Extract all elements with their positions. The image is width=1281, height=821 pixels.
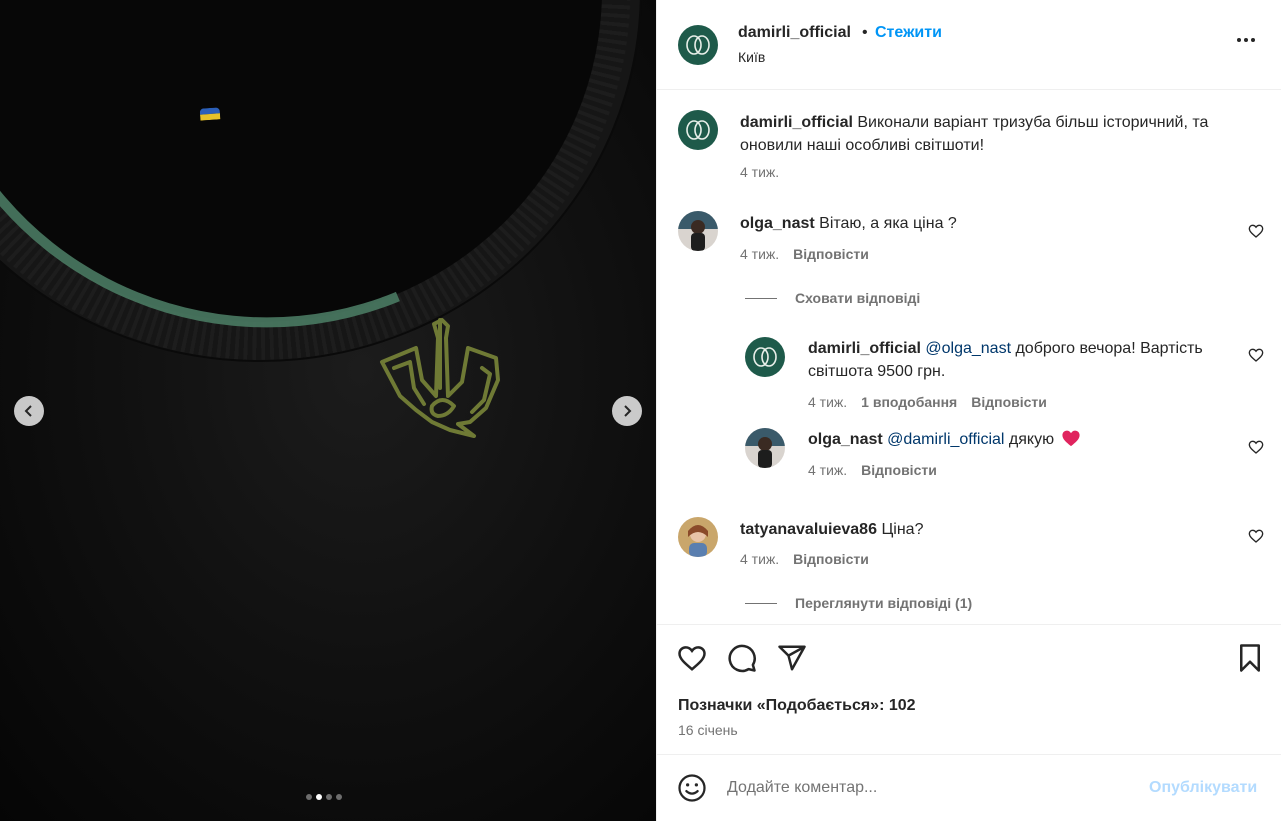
brand-logo-icon xyxy=(686,120,710,140)
reply-meta: 4 тиж. 1 вподобання Відповісти xyxy=(808,394,1047,410)
more-icon-dot xyxy=(1244,38,1248,42)
post-caption: damirli_official Виконали варіант тризуб… xyxy=(740,111,1240,157)
post-actions: Позначки «Подобається»: 102 16 січень xyxy=(657,624,1281,754)
like-reply-heart-icon[interactable] xyxy=(1248,347,1264,363)
like-comment-heart-icon[interactable] xyxy=(1248,223,1264,239)
post-media xyxy=(0,0,656,821)
caption-username[interactable]: damirli_official xyxy=(740,114,853,131)
more-options-button[interactable] xyxy=(1237,38,1255,42)
reply-mention[interactable]: @damirli_official xyxy=(887,431,1004,448)
reply: olga_nast @damirli_official дякую xyxy=(808,428,1238,451)
comment-text: Ціна? xyxy=(881,521,924,538)
follow-button[interactable]: Стежити xyxy=(875,24,942,42)
caption-time[interactable]: 4 тиж. xyxy=(740,164,779,180)
user-photo xyxy=(678,211,718,251)
user-photo xyxy=(678,517,718,557)
chevron-right-icon xyxy=(624,405,632,417)
red-heart-emoji-icon xyxy=(1061,430,1080,447)
reply: damirli_official @olga_nast доброго вечо… xyxy=(808,337,1238,383)
next-slide-button[interactable] xyxy=(612,396,642,426)
more-icon xyxy=(1237,38,1241,42)
bookmark-icon[interactable] xyxy=(1235,643,1265,673)
reply-divider xyxy=(745,602,777,604)
comments-list[interactable]: damirli_official Виконали варіант тризуб… xyxy=(657,91,1281,624)
post-sidebar: damirli_official • Стежити Київ damirli_… xyxy=(656,0,1281,821)
chevron-left-icon xyxy=(24,405,32,417)
comment-text: Вітаю, а яка ціна ? xyxy=(819,215,957,232)
commenter-avatar[interactable] xyxy=(678,517,718,557)
comment-input[interactable] xyxy=(727,775,1127,801)
view-replies-button[interactable]: Переглянути відповіді (1) xyxy=(745,595,972,611)
more-icon-dot xyxy=(1251,38,1255,42)
emoji-icon[interactable] xyxy=(677,773,707,803)
view-replies-label: Переглянути відповіді (1) xyxy=(795,595,973,611)
reply-text: дякую xyxy=(1004,431,1055,448)
separator-dot: • xyxy=(862,24,868,41)
reply-author-avatar[interactable] xyxy=(745,428,785,468)
like-comment-heart-icon[interactable] xyxy=(1248,528,1264,544)
comment: tatyanavaluieva86 Ціна? xyxy=(740,518,1220,541)
prev-slide-button[interactable] xyxy=(14,396,44,426)
comment-username[interactable]: tatyanavaluieva86 xyxy=(740,521,877,538)
carousel-dot xyxy=(336,794,342,800)
reply-username[interactable]: olga_nast xyxy=(808,431,883,448)
brand-logo-icon xyxy=(753,347,777,367)
comment-time[interactable]: 4 тиж. xyxy=(740,246,779,262)
reply-button[interactable]: Відповісти xyxy=(861,462,937,478)
comment-username[interactable]: olga_nast xyxy=(740,215,815,232)
reply-mention[interactable]: @olga_nast xyxy=(925,340,1011,357)
post-location[interactable]: Київ xyxy=(738,49,765,65)
carousel-dot xyxy=(326,794,332,800)
reply-time[interactable]: 4 тиж. xyxy=(808,394,847,410)
brand-logo-icon xyxy=(686,35,710,55)
hide-replies-label: Сховати відповіді xyxy=(795,290,921,306)
reply-divider xyxy=(745,297,777,299)
author-username[interactable]: damirli_official xyxy=(738,24,851,42)
comment-composer: Опублікувати xyxy=(657,754,1281,821)
comment-icon[interactable] xyxy=(727,643,757,673)
share-icon[interactable] xyxy=(777,643,807,673)
likes-count[interactable]: Позначки «Подобається»: 102 xyxy=(678,697,916,715)
heart-icon[interactable] xyxy=(677,643,707,673)
user-photo xyxy=(745,428,785,468)
reply-username[interactable]: damirli_official xyxy=(808,340,921,357)
reply-meta: 4 тиж. Відповісти xyxy=(808,462,937,478)
caption-meta: 4 тиж. xyxy=(740,164,779,180)
carousel-dot-active xyxy=(316,794,322,800)
flag-tag xyxy=(199,107,221,121)
reply-time[interactable]: 4 тиж. xyxy=(808,462,847,478)
commenter-avatar[interactable] xyxy=(678,211,718,251)
reply-button[interactable]: Відповісти xyxy=(793,551,869,567)
reply-author-avatar[interactable] xyxy=(745,337,785,377)
publish-button[interactable]: Опублікувати xyxy=(1149,779,1257,797)
trident-embroidery xyxy=(380,318,500,438)
post-date[interactable]: 16 січень xyxy=(678,722,738,738)
hide-replies-button[interactable]: Сховати відповіді xyxy=(745,290,920,306)
reply-likes-count[interactable]: 1 вподобання xyxy=(861,394,957,410)
reply-button[interactable]: Відповісти xyxy=(793,246,869,262)
comment-meta: 4 тиж. Відповісти xyxy=(740,246,869,262)
like-reply-heart-icon[interactable] xyxy=(1248,439,1264,455)
carousel-dot xyxy=(306,794,312,800)
reply-button[interactable]: Відповісти xyxy=(971,394,1047,410)
post-header: damirli_official • Стежити Київ xyxy=(657,0,1281,90)
carousel-indicator xyxy=(306,794,342,800)
author-avatar[interactable] xyxy=(678,25,718,65)
comment-meta: 4 тиж. Відповісти xyxy=(740,551,869,567)
comment-time[interactable]: 4 тиж. xyxy=(740,551,779,567)
comment: olga_nast Вітаю, а яка ціна ? xyxy=(740,212,1220,235)
caption-author-avatar[interactable] xyxy=(678,110,718,150)
